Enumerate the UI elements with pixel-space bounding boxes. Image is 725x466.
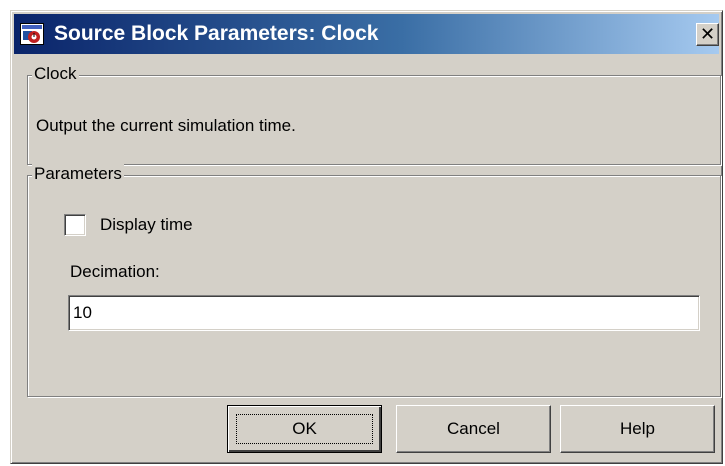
clock-group-legend: Clock xyxy=(32,64,79,84)
decimation-label: Decimation: xyxy=(70,262,160,281)
display-time-checkbox[interactable] xyxy=(64,214,86,236)
decimation-input[interactable] xyxy=(68,295,700,331)
close-icon: ✕ xyxy=(699,24,716,44)
simulink-app-icon xyxy=(20,23,44,45)
title-bar[interactable]: Source Block Parameters: Clock ✕ xyxy=(14,14,719,54)
clock-group: Clock Output the current simulation time… xyxy=(27,64,721,165)
parameters-group: Parameters Display time Decimation: xyxy=(27,164,721,397)
window-title: Source Block Parameters: Clock xyxy=(54,22,379,45)
cancel-button[interactable]: Cancel xyxy=(396,405,551,453)
help-button[interactable]: Help xyxy=(560,405,715,453)
block-description: Output the current simulation time. xyxy=(36,116,296,135)
focus-ring xyxy=(236,414,373,444)
ok-button[interactable]: OK xyxy=(227,405,382,453)
close-button[interactable]: ✕ xyxy=(696,23,719,46)
cancel-button-label: Cancel xyxy=(447,419,500,438)
dialog-window: Source Block Parameters: Clock ✕ Clock O… xyxy=(10,10,723,464)
parameters-group-legend: Parameters xyxy=(32,164,124,184)
help-button-label: Help xyxy=(620,419,655,438)
display-time-label[interactable]: Display time xyxy=(100,215,193,235)
